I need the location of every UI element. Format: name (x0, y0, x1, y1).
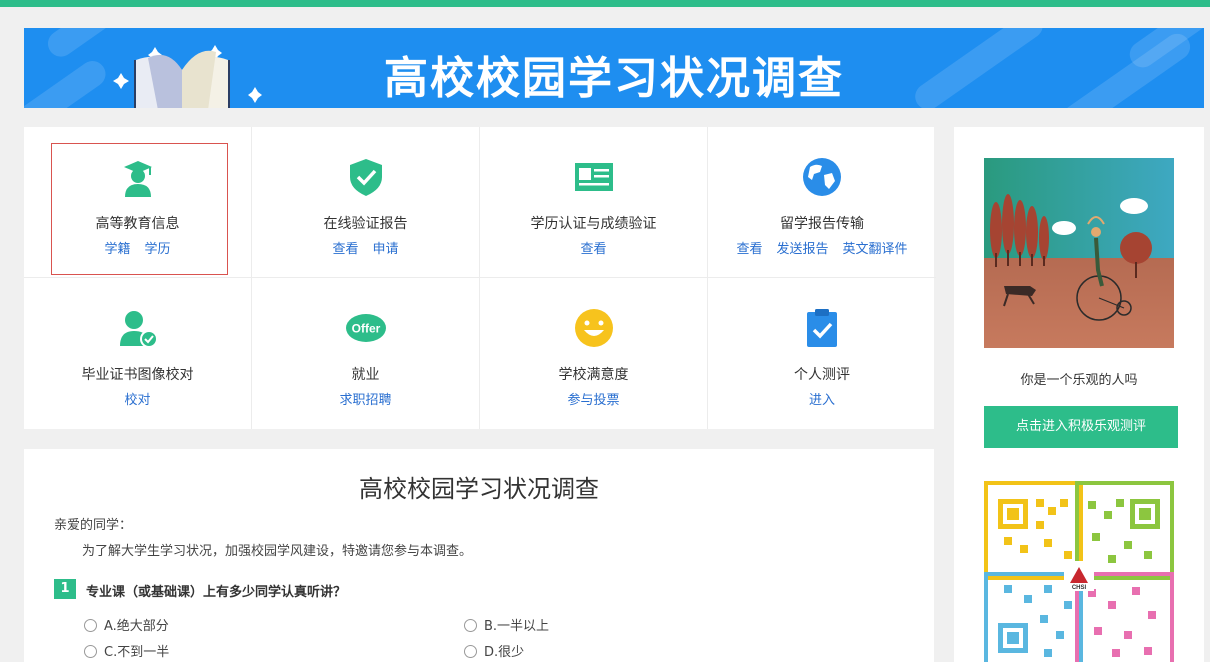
radio-button[interactable] (84, 645, 97, 658)
service-employment: Offer 就业 求职招聘 (252, 278, 480, 429)
service-overseas-report: 留学报告传输 查看 发送报告 英文翻译件 (708, 127, 936, 278)
service-degree-authentication: 学历认证与成绩验证 查看 (480, 127, 708, 278)
service-name: 学校满意度 (558, 367, 629, 383)
service-name: 个人测评 (794, 367, 850, 383)
qr-logo-text: CHSI (1072, 585, 1087, 591)
option-a[interactable]: A.绝大部分 (84, 615, 169, 634)
service-diploma-image-check: 毕业证书图像校对 校对 (24, 278, 252, 429)
option-label: A.绝大部分 (104, 619, 169, 634)
smiley-icon (575, 309, 613, 347)
link-apply[interactable]: 申请 (373, 242, 399, 257)
option-label: D.很少 (484, 645, 525, 660)
service-name: 就业 (351, 367, 380, 383)
service-online-verification: 在线验证报告 查看 申请 (252, 127, 480, 278)
option-d[interactable]: D.很少 (464, 641, 524, 660)
link-view[interactable]: 查看 (736, 242, 762, 257)
clipboard-check-icon (807, 309, 837, 347)
link-vote[interactable]: 参与投票 (567, 393, 619, 408)
link-view[interactable]: 查看 (580, 242, 606, 257)
service-links: 查看 申请 (252, 238, 479, 257)
link-view[interactable]: 查看 (332, 242, 358, 257)
survey-intro: 为了解大学生学习状况，加强校园学风建设，特邀请您参与本调查。 (82, 544, 473, 559)
option-c[interactable]: C.不到一半 (84, 641, 169, 660)
graduate-icon (124, 161, 152, 197)
service-school-satisfaction: 学校满意度 参与投票 (480, 278, 708, 429)
service-name: 毕业证书图像校对 (81, 367, 194, 383)
option-label: B.一半以上 (484, 619, 550, 634)
service-personal-assessment: 个人测评 进入 (708, 278, 936, 429)
service-name: 高等教育信息 (95, 216, 180, 232)
top-accent-bar (0, 0, 1210, 7)
service-links: 查看 (480, 238, 707, 257)
service-higher-education-info: 高等教育信息 学籍 学历 (24, 127, 252, 278)
option-label: C.不到一半 (104, 645, 170, 660)
service-links: 求职招聘 (252, 389, 479, 408)
radio-button[interactable] (464, 645, 477, 658)
option-b[interactable]: B.一半以上 (464, 615, 549, 634)
link-send-report[interactable]: 发送报告 (776, 242, 828, 257)
question-number: 1 (54, 579, 76, 599)
sidebar-caption: 你是一个乐观的人吗 (1020, 373, 1138, 388)
service-name: 留学报告传输 (780, 216, 864, 232)
link-job-search[interactable]: 求职招聘 (339, 393, 391, 408)
shield-check-icon (350, 159, 382, 196)
service-links: 学籍 学历 (24, 238, 251, 257)
service-links: 校对 (24, 389, 251, 408)
radio-button[interactable] (464, 619, 477, 632)
globe-icon (803, 158, 841, 196)
banner-title: 高校校园学习状况调查 (384, 53, 844, 104)
service-name: 在线验证报告 (323, 216, 408, 232)
optimism-illustration (984, 158, 1174, 348)
service-grid: 高等教育信息 学籍 学历 在线验证报告 查看 申请 学历认证与成绩验证 查看 留… (24, 127, 936, 429)
survey-panel: 高校校园学习状况调查 亲爱的同学： 为了解大学生学习状况，加强校园学风建设，特邀… (24, 449, 934, 662)
sidebar: 你是一个乐观的人吗 点击进入积极乐观测评 CHSI (954, 127, 1204, 662)
optimism-test-button[interactable]: 点击进入积极乐观测评 (984, 406, 1178, 448)
link-proofread[interactable]: 校对 (124, 393, 150, 408)
link-enter[interactable]: 进入 (809, 393, 835, 408)
service-links: 参与投票 (480, 389, 707, 408)
question-text: 专业课（或基础课）上有多少同学认真听讲？ (86, 585, 347, 600)
user-check-icon (120, 311, 158, 348)
certificate-card-icon (575, 163, 613, 191)
offer-badge-text: Offer (352, 322, 381, 336)
offer-badge-icon: Offer (346, 314, 386, 342)
survey-greeting: 亲爱的同学： (54, 518, 133, 533)
banner: 高校校园学习状况调查 (24, 28, 1204, 108)
survey-title: 高校校园学习状况调查 (359, 475, 599, 503)
service-name: 学历认证与成绩验证 (530, 216, 657, 232)
service-links: 进入 (708, 389, 936, 408)
service-links: 查看 发送报告 英文翻译件 (708, 238, 936, 257)
radio-button[interactable] (84, 619, 97, 632)
link-student-status[interactable]: 学籍 (104, 242, 130, 257)
link-academic-record[interactable]: 学历 (145, 242, 171, 257)
qr-code-icon: CHSI (984, 481, 1174, 662)
link-english-translation[interactable]: 英文翻译件 (843, 242, 908, 257)
